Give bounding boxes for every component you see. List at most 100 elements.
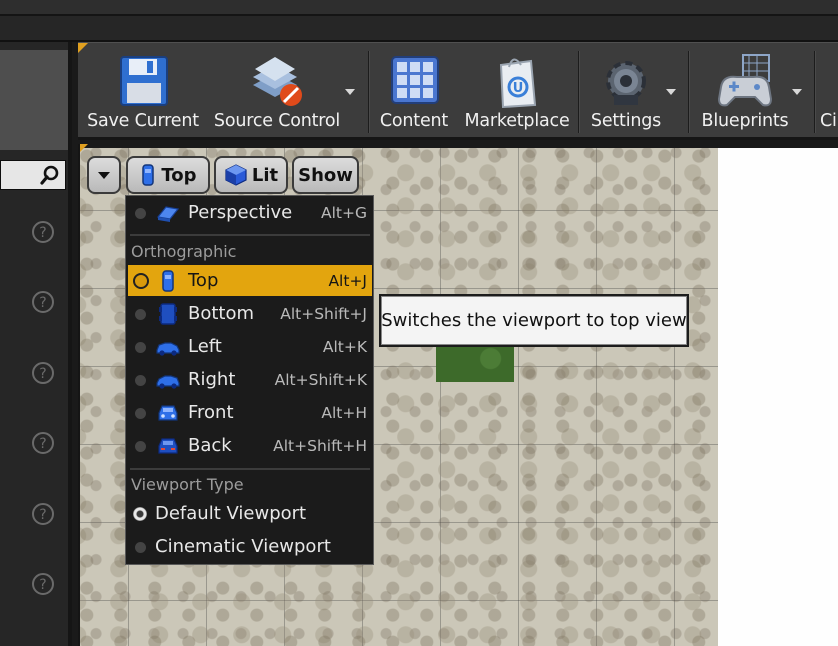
viewport-empty-area xyxy=(718,148,838,646)
radio-icon xyxy=(135,542,146,553)
search-input[interactable] xyxy=(0,160,66,190)
svg-text:?: ? xyxy=(39,507,46,523)
menu-item-bottom[interactable]: Bottom Alt+Shift+J xyxy=(128,298,372,329)
shortcut-label: Alt+K xyxy=(322,338,367,356)
help-icon[interactable]: ? xyxy=(31,361,55,385)
help-icon[interactable]: ? xyxy=(31,572,55,596)
help-icon[interactable]: ? xyxy=(31,290,55,314)
save-current-button[interactable]: Save Current xyxy=(84,43,202,137)
radio-icon xyxy=(135,441,146,452)
source-control-icon xyxy=(253,57,302,106)
search-icon[interactable] xyxy=(39,164,61,186)
view-mode-label: Top xyxy=(161,164,197,186)
menu-item-cinematic-viewport[interactable]: Cinematic Viewport xyxy=(128,531,372,562)
chevron-down-icon xyxy=(98,171,110,179)
marketplace-button[interactable]: U Marketplace xyxy=(462,43,572,137)
toolbar-separator xyxy=(814,51,816,133)
menu-item-back[interactable]: Back Alt+Shift+H xyxy=(128,430,372,461)
menu-item-left[interactable]: Left Alt+K xyxy=(128,331,372,362)
tooltip: Switches the viewport to top view xyxy=(379,294,689,347)
menu-item-front[interactable]: Front Alt+H xyxy=(128,397,372,428)
show-flags-label: Show xyxy=(298,164,353,186)
radio-icon xyxy=(135,309,146,320)
radio-icon xyxy=(135,342,146,353)
shortcut-label: Alt+H xyxy=(321,404,367,422)
svg-text:U: U xyxy=(513,81,524,96)
menu-item-label: Front xyxy=(188,402,234,423)
save-current-label: Save Current xyxy=(87,111,199,131)
help-icon[interactable]: ? xyxy=(31,220,55,244)
shortcut-label: Alt+J xyxy=(328,272,367,290)
panel-tab-strip xyxy=(0,50,68,150)
top-view-icon xyxy=(142,164,155,186)
tooltip-text: Switches the viewport to top view xyxy=(381,310,687,331)
lighting-mode-button[interactable]: Lit xyxy=(214,156,288,194)
view-mode-button[interactable]: Top xyxy=(126,156,210,194)
blueprints-label: Blueprints xyxy=(701,111,789,131)
chevron-down-icon[interactable] xyxy=(792,89,802,95)
gear-icon xyxy=(606,61,646,105)
menu-item-label: Left xyxy=(188,336,222,357)
source-control-label: Source Control xyxy=(213,111,341,131)
menu-item-right[interactable]: Right Alt+Shift+K xyxy=(128,364,372,395)
floppy-disk-icon xyxy=(120,56,168,106)
content-label: Content xyxy=(379,111,449,131)
radio-icon xyxy=(133,273,149,289)
main-toolbar: Save Current Source Control Content U Ma… xyxy=(78,42,838,140)
shortcut-label: Alt+Shift+K xyxy=(274,371,367,389)
cinematics-label: Ci xyxy=(820,111,837,131)
back-view-car-icon xyxy=(158,438,178,454)
menu-section-heading: Orthographic xyxy=(131,242,237,261)
menu-item-default-viewport[interactable]: Default Viewport xyxy=(128,498,372,529)
show-flags-button[interactable]: Show xyxy=(292,156,359,194)
content-grid-icon xyxy=(391,56,439,104)
menu-separator xyxy=(130,234,370,236)
lit-cube-icon xyxy=(225,164,247,186)
menu-item-top[interactable]: Top Alt+J xyxy=(128,265,372,296)
help-icon[interactable]: ? xyxy=(31,502,55,526)
menu-item-label: Cinematic Viewport xyxy=(155,536,331,557)
details-panel: ? ? ? ? ? ? xyxy=(0,42,72,646)
svg-text:?: ? xyxy=(39,225,46,241)
source-control-button[interactable]: Source Control xyxy=(212,43,355,137)
menu-section-heading: Viewport Type xyxy=(131,475,244,494)
top-view-icon xyxy=(162,270,174,292)
title-bar xyxy=(0,0,838,42)
toolbar-separator xyxy=(688,51,690,133)
radio-icon xyxy=(133,507,147,521)
viewport-corner-marker xyxy=(80,144,88,152)
viewport-options-button[interactable] xyxy=(87,156,121,194)
shortcut-label: Alt+G xyxy=(321,204,367,222)
lighting-mode-label: Lit xyxy=(251,164,279,186)
bottom-view-icon xyxy=(159,303,177,325)
marketplace-bag-icon: U xyxy=(499,58,537,109)
svg-text:?: ? xyxy=(39,366,46,382)
svg-text:?: ? xyxy=(39,577,46,593)
menu-item-label: Top xyxy=(188,270,219,291)
toolbar-separator xyxy=(578,51,580,133)
svg-text:?: ? xyxy=(39,295,46,311)
perspective-icon xyxy=(156,206,180,222)
shortcut-label: Alt+Shift+H xyxy=(273,437,367,455)
menu-item-perspective[interactable]: Perspective Alt+G xyxy=(128,197,372,228)
radio-icon xyxy=(135,208,146,219)
cinematics-button[interactable]: Ci xyxy=(820,43,838,137)
svg-text:?: ? xyxy=(39,436,46,452)
chevron-down-icon[interactable] xyxy=(666,89,676,95)
menu-item-label: Right xyxy=(188,369,236,390)
right-view-car-icon xyxy=(156,375,180,389)
menu-item-label: Bottom xyxy=(188,303,255,324)
chevron-down-icon[interactable] xyxy=(345,89,355,95)
radio-icon xyxy=(135,375,146,386)
blueprints-button[interactable]: Blueprints xyxy=(692,43,802,137)
toolbar-separator xyxy=(368,51,370,133)
gamepad-icon xyxy=(717,54,773,107)
menu-item-label: Back xyxy=(188,435,232,456)
menu-item-label: Default Viewport xyxy=(155,503,307,524)
help-icon[interactable]: ? xyxy=(31,431,55,455)
settings-button[interactable]: Settings xyxy=(582,43,676,137)
menu-item-label: Perspective xyxy=(188,202,293,223)
content-button[interactable]: Content xyxy=(374,43,454,137)
marketplace-label: Marketplace xyxy=(464,111,570,131)
left-view-car-icon xyxy=(156,342,180,356)
